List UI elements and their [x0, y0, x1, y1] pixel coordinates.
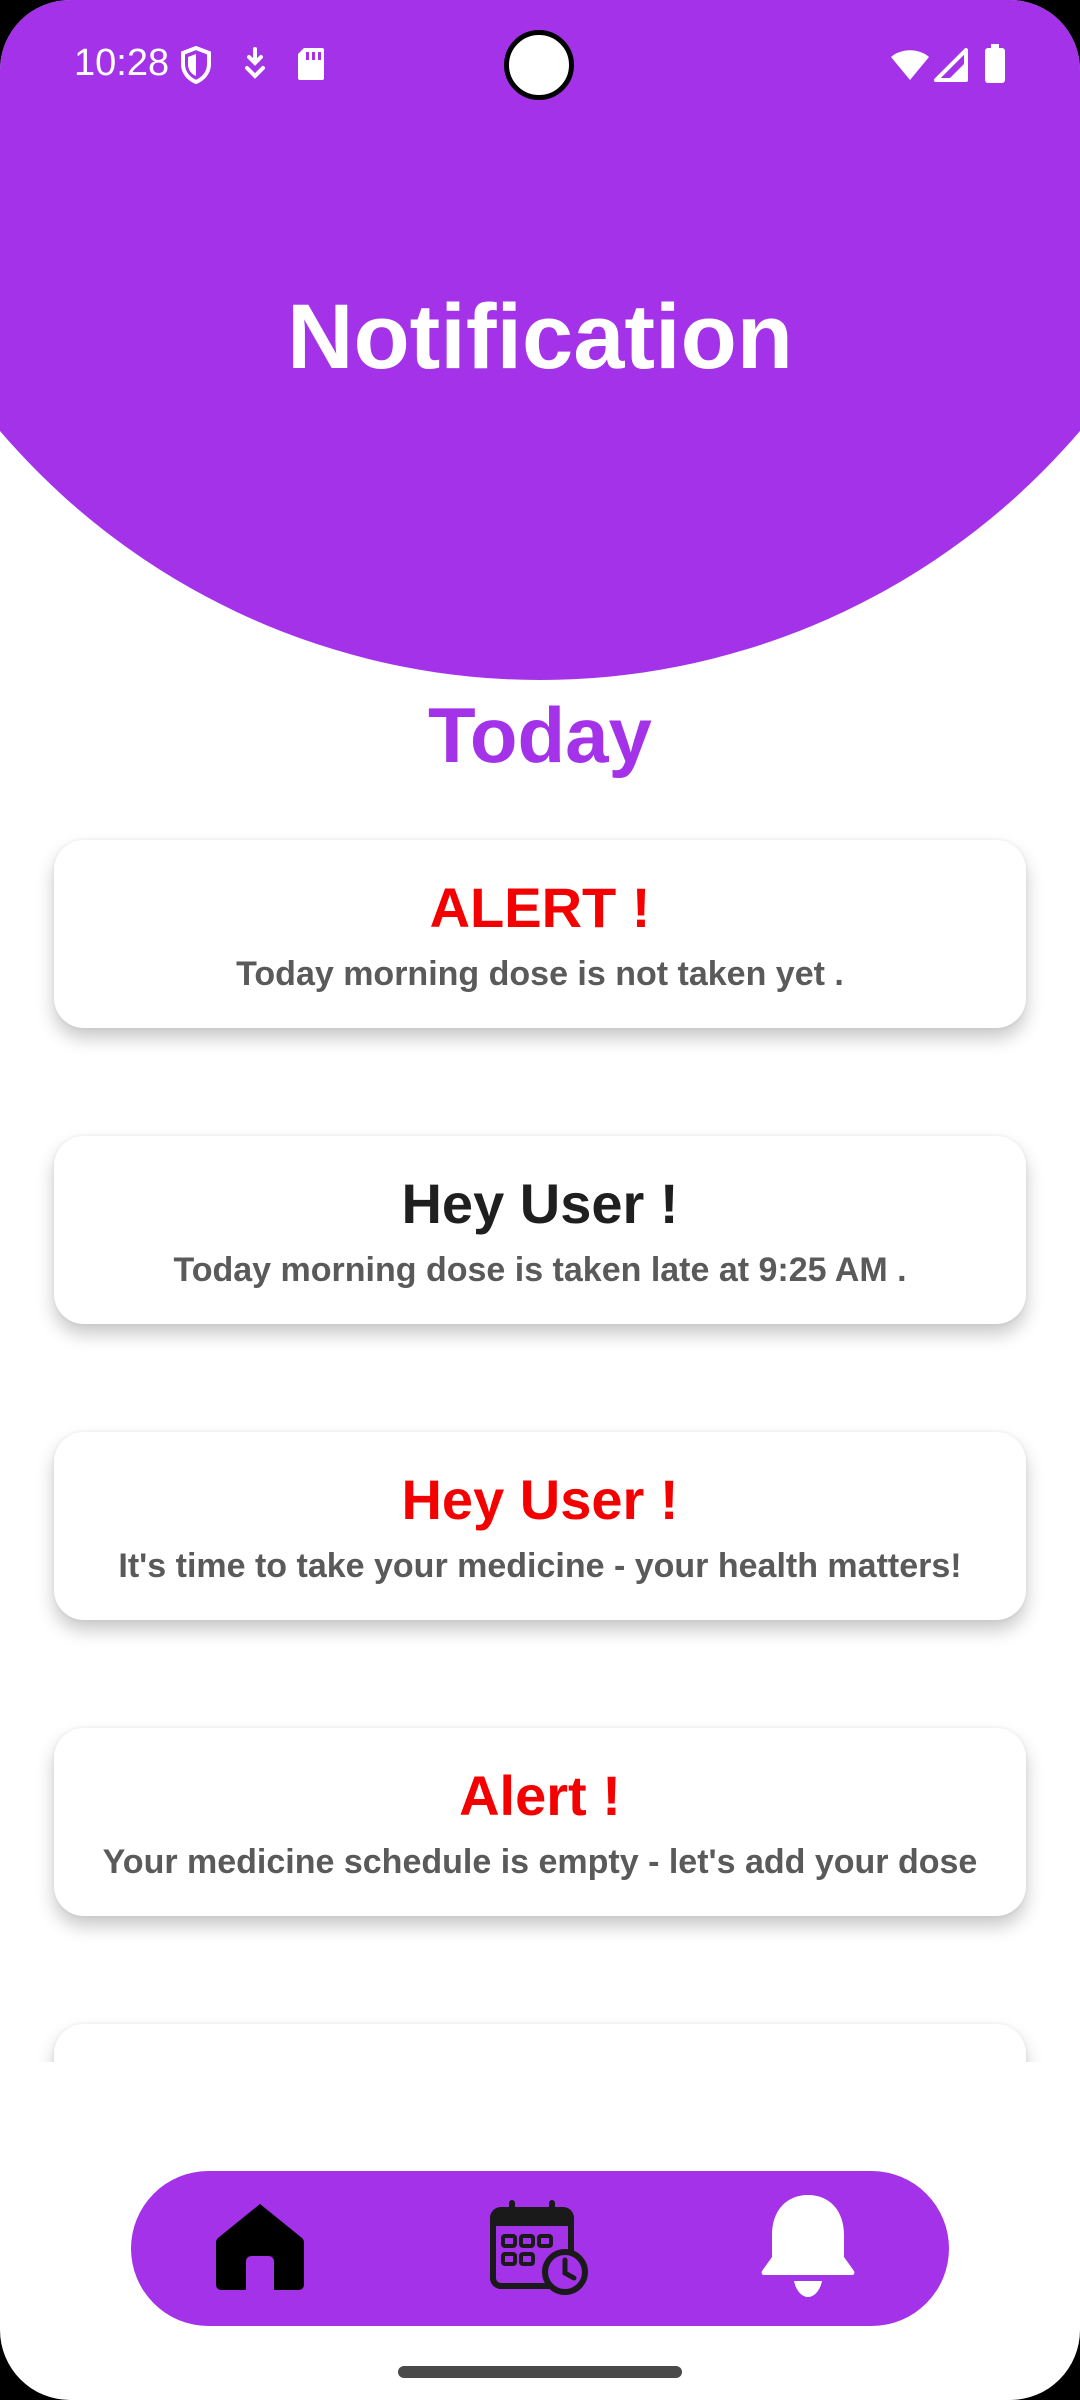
notification-list[interactable]: ALERT ! Today morning dose is not taken … [0, 820, 1080, 2062]
nav-schedule-button[interactable] [471, 2181, 606, 2316]
download-icon [242, 46, 268, 87]
notification-text: Your medicine schedule is empty - let's … [102, 1843, 978, 1881]
notification-card[interactable]: Alert ! Your medicine schedule is empty … [54, 1728, 1026, 1916]
shield-icon [180, 45, 212, 89]
status-time: 10:28 [74, 42, 170, 84]
home-icon [212, 2198, 308, 2299]
bottom-navigation [131, 2171, 949, 2326]
notification-card[interactable]: Hey User ! Today morning dose is taken l… [54, 1136, 1026, 1324]
notification-screen: 10:28 Notification Today ALERT ! Today m… [0, 0, 1080, 2400]
notification-text: Today morning dose is not taken yet . [236, 955, 844, 993]
notification-title: Alert ! [459, 1764, 621, 1827]
notification-title: ALERT ! [429, 876, 651, 939]
notification-card[interactable]: ALERT ! Today morning dose is not taken … [54, 840, 1026, 1028]
nav-home-button[interactable] [192, 2181, 327, 2316]
signal-icon [934, 48, 968, 87]
notification-card[interactable] [54, 2024, 1026, 2062]
calendar-clock-icon [489, 2196, 589, 2301]
section-title-today: Today [428, 691, 652, 779]
notification-text: Today morning dose is taken late at 9:25… [173, 1251, 907, 1289]
camera-cutout [504, 30, 574, 100]
home-indicator[interactable] [398, 2366, 682, 2378]
notification-title: Hey User ! [401, 1172, 679, 1235]
battery-icon [984, 44, 1006, 89]
page-title: Notification [287, 286, 793, 388]
status-bar: 10:28 [0, 0, 1080, 130]
sd-card-icon [296, 46, 326, 87]
bell-icon [758, 2191, 858, 2306]
nav-notification-button[interactable] [740, 2181, 875, 2316]
notification-title: Hey User ! [401, 1468, 679, 1531]
wifi-icon [890, 48, 930, 87]
notification-text: It's time to take your medicine - your h… [118, 1547, 962, 1585]
notification-card[interactable]: Hey User ! It's time to take your medici… [54, 1432, 1026, 1620]
